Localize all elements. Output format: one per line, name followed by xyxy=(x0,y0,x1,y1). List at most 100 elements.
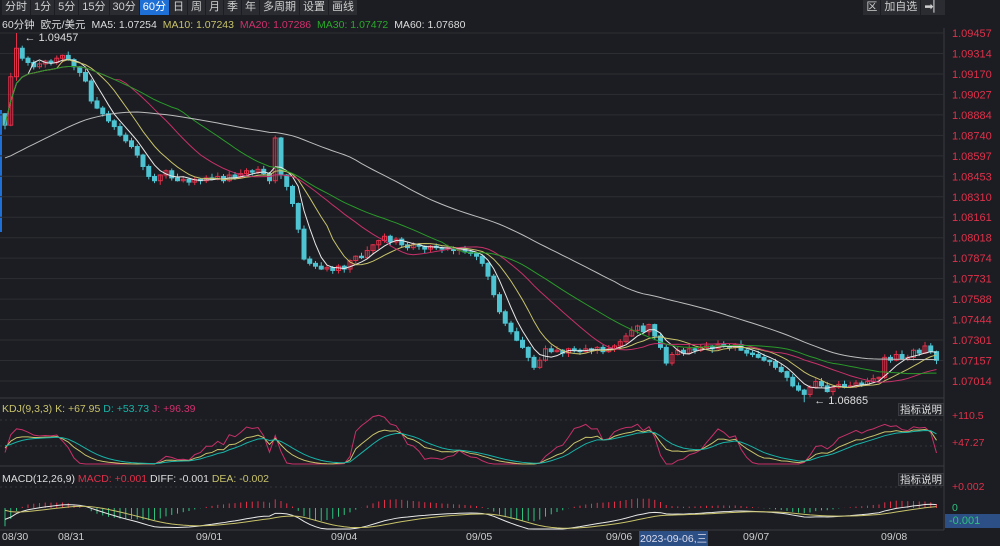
exit-button[interactable]: ➡▏ xyxy=(921,0,945,15)
price-tick: 1.07588 xyxy=(952,294,992,306)
date-label: 08/30 xyxy=(2,531,29,543)
candle xyxy=(796,385,801,391)
candle xyxy=(479,255,485,264)
candle xyxy=(502,311,508,324)
date-label: 09/04 xyxy=(331,531,358,543)
period-tab[interactable]: 周 xyxy=(188,0,205,15)
candle xyxy=(134,146,140,156)
candle xyxy=(19,47,25,59)
ma30-value: MA30: 1.07472 xyxy=(317,19,389,31)
right-toolbar: 区 加自选 ➡▏ xyxy=(863,0,945,15)
exit-arrow-icon: ➡▏ xyxy=(924,1,942,13)
candle xyxy=(899,354,905,360)
period-tab[interactable]: 30分 xyxy=(109,0,139,15)
date-label: 09/06 xyxy=(606,531,633,543)
date-label: 09/05 xyxy=(466,531,493,543)
candle xyxy=(129,140,134,148)
period-tab[interactable]: 60分 xyxy=(139,0,169,15)
price-tick: 1.09027 xyxy=(952,89,992,101)
candle xyxy=(301,228,307,260)
ma10-value: MA10: 1.07243 xyxy=(162,19,234,31)
price-tick: 1.08597 xyxy=(952,151,992,163)
period-label: 60分钟 xyxy=(2,19,35,31)
candle xyxy=(249,170,255,173)
candle xyxy=(761,356,767,361)
period-tab[interactable]: 设置 xyxy=(300,0,328,15)
candle xyxy=(663,346,669,364)
date-label: 08/31 xyxy=(58,531,85,543)
candlestick-chart[interactable]: 1.09457 1.09314 1.09170 1.09027 1.08884 1.087… xyxy=(0,0,1000,544)
candle xyxy=(773,361,778,368)
candle xyxy=(387,235,393,243)
candle xyxy=(140,154,146,167)
date-label: 09/08 xyxy=(881,531,908,543)
candle xyxy=(88,80,94,102)
candle xyxy=(175,177,180,182)
price-tick: 1.08310 xyxy=(952,192,992,204)
period-tab[interactable]: 15分 xyxy=(79,0,109,15)
candle xyxy=(474,252,479,257)
price-tick: 1.09314 xyxy=(952,48,992,60)
candle xyxy=(514,331,520,341)
kdj-title: KDJ(9,3,3) xyxy=(2,403,53,415)
macd-axis-top: +0.002 xyxy=(952,481,985,493)
macd-legend: MACD(12,26,9) MACD: +0.001 DIFF: -0.001 … xyxy=(2,473,269,485)
candle xyxy=(520,339,525,348)
dea-value: DEA: -0.002 xyxy=(211,473,270,485)
candle xyxy=(117,126,123,136)
candle xyxy=(819,381,824,387)
price-tick: 1.07301 xyxy=(952,335,992,347)
add-watchlist-button[interactable]: 加自选 xyxy=(881,0,921,15)
kdj-legend: KDJ(9,3,3) K: +67.95 D: +53.73 J: +96.39 xyxy=(2,403,196,415)
period-toolbar: 分时 1分 5分 15分 30分 60分日周月季年多周期 设置 画线 xyxy=(0,0,357,16)
period-tab[interactable]: 月 xyxy=(206,0,223,15)
period-tab[interactable]: 日 xyxy=(170,0,187,15)
date-label: 09/01 xyxy=(196,531,223,543)
candle xyxy=(83,71,88,82)
candle xyxy=(399,238,405,246)
macd-explain-button[interactable]: 指标说明 xyxy=(898,473,944,486)
macd-dea-line xyxy=(4,505,937,529)
candle xyxy=(330,267,336,271)
candle xyxy=(640,325,646,333)
period-tab[interactable]: 分时 xyxy=(2,0,30,15)
candle xyxy=(48,60,54,63)
price-tick: 1.07444 xyxy=(952,315,992,327)
candle xyxy=(692,348,698,351)
candle xyxy=(750,352,755,356)
candle xyxy=(859,382,865,385)
period-tab[interactable]: 多周期 xyxy=(260,0,299,15)
candle xyxy=(94,100,100,109)
kdj-k-line xyxy=(4,428,937,465)
price-tick: 1.08740 xyxy=(952,130,992,142)
candle xyxy=(25,57,31,63)
candle xyxy=(916,349,922,354)
period-tab[interactable]: 年 xyxy=(242,0,259,15)
candle xyxy=(571,348,577,351)
region-button[interactable]: 区 xyxy=(863,0,881,15)
candle xyxy=(485,262,491,277)
ma5-value: MA5: 1.07254 xyxy=(91,19,157,31)
kdj-j: J: +96.39 xyxy=(152,403,196,415)
candle xyxy=(548,348,554,353)
kdj-axis-mid: +47.27 xyxy=(952,437,985,449)
candle xyxy=(508,322,514,333)
price-tick: 1.07014 xyxy=(952,376,992,388)
period-tab[interactable]: 画线 xyxy=(329,0,357,15)
macd-axis-zero: 0 xyxy=(952,502,958,514)
period-tab[interactable]: 季 xyxy=(224,0,241,15)
candle xyxy=(525,346,531,358)
kdj-k: K: +67.95 xyxy=(55,403,101,415)
ma10-line xyxy=(4,59,937,389)
candle xyxy=(284,174,290,187)
candle xyxy=(359,255,364,259)
price-tick: 1.09170 xyxy=(952,69,992,81)
ma20-line xyxy=(4,66,937,383)
price-tick: 1.09457 xyxy=(952,28,992,40)
candle xyxy=(290,185,295,205)
period-tab[interactable]: 5分 xyxy=(55,0,79,15)
kdj-explain-button[interactable]: 指标说明 xyxy=(898,403,944,416)
macd-current-value: -0.001 xyxy=(945,514,1000,528)
period-tab[interactable]: 1分 xyxy=(31,0,55,15)
candle xyxy=(778,366,784,373)
